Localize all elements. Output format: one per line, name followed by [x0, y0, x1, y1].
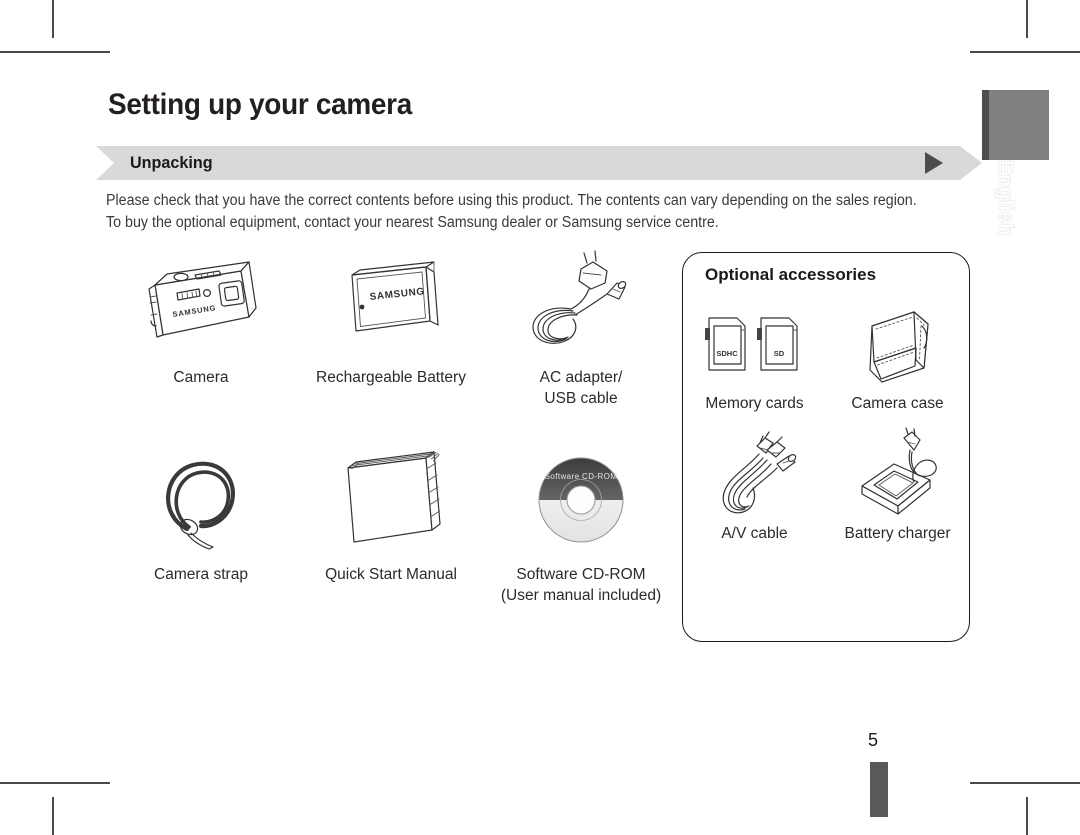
item-rechargeable-battery: SAMSUNG Rechargeable Battery	[296, 240, 486, 409]
item-label-line-2: (User manual included)	[500, 587, 662, 604]
camera-icon: SAMSUNG	[106, 240, 296, 365]
battery-icon: SAMSUNG	[296, 240, 486, 365]
memory-card-label: SDHC	[716, 349, 738, 358]
page-title: Setting up your camera	[108, 88, 412, 121]
optional-item-av-cable: A/V cable	[683, 429, 826, 543]
optional-item-label: Memory cards	[705, 395, 804, 412]
optional-item-battery-charger: Battery charger	[826, 427, 969, 543]
item-label: Software CD-ROM (User manual included)	[486, 564, 676, 606]
item-label-line-2: USB cable	[544, 390, 618, 407]
item-label: Quick Start Manual	[325, 566, 457, 583]
optional-item-memory-cards: SDHC SD Memory cards	[683, 299, 826, 413]
software-cd-rom-icon: Software CD-ROM	[486, 437, 676, 562]
optional-item-label: Battery charger	[844, 525, 951, 542]
optional-accessories-title: Optional accessories	[705, 265, 877, 284]
item-label-line-1: AC adapter/	[539, 369, 623, 386]
camera-case-icon	[826, 299, 969, 391]
memory-card-label: SD	[773, 349, 784, 358]
section-bar	[96, 146, 960, 180]
item-label-line-1: Software CD-ROM	[516, 566, 646, 583]
camera-strap-icon	[106, 437, 296, 562]
ac-adapter-usb-cable-icon	[486, 240, 676, 365]
language-tab	[982, 90, 1049, 160]
item-ac-adapter-usb-cable: AC adapter/ USB cable	[486, 240, 676, 409]
included-items-row: SAMSUNG Camera SAMSUNG Rechargeable Batt…	[106, 240, 676, 409]
memory-cards-icon: SDHC SD	[683, 299, 826, 391]
av-cable-icon	[683, 429, 826, 521]
optional-accessories-row: SDHC SD Memory cards Camera case	[683, 299, 969, 413]
included-items-grid: SAMSUNG Camera SAMSUNG Rechargeable Batt…	[106, 240, 676, 606]
optional-accessories-row: A/V cable Battery charger	[683, 427, 969, 543]
item-label: AC adapter/ USB cable	[486, 367, 676, 409]
intro-line-1: Please check that you have the correct c…	[106, 192, 917, 209]
footer-marker-bar	[870, 762, 888, 817]
battery-charger-icon	[826, 427, 969, 521]
section-bar-tip	[960, 146, 982, 180]
intro-paragraph: Please check that you have the correct c…	[106, 190, 917, 234]
optional-item-label: Camera case	[851, 395, 944, 412]
play-arrow-icon	[925, 152, 943, 174]
page-number: 5	[868, 730, 879, 750]
manual-page: Setting up your camera Unpacking Please …	[0, 0, 1080, 835]
cd-label-text: Software CD-ROM	[545, 472, 618, 481]
language-tab-edge	[982, 90, 989, 160]
included-items-row: Camera strap Quick Start Manual Software…	[106, 437, 676, 606]
optional-item-camera-case: Camera case	[826, 299, 969, 413]
item-label: Rechargeable Battery	[316, 369, 466, 386]
quick-start-manual-icon	[296, 437, 486, 562]
svg-text:SAMSUNG: SAMSUNG	[369, 286, 425, 303]
item-camera: SAMSUNG Camera	[106, 240, 296, 409]
optional-accessories-panel: Optional accessories SDHC SD Memory card…	[682, 252, 970, 642]
optional-item-label: A/V cable	[721, 525, 788, 542]
item-camera-strap: Camera strap	[106, 437, 296, 606]
item-software-cd-rom: Software CD-ROM Software CD-ROM (User ma…	[486, 437, 676, 606]
item-quick-start-manual: Quick Start Manual	[296, 437, 486, 606]
section-title: Unpacking	[130, 153, 213, 172]
language-tab-label: English	[994, 160, 1017, 236]
item-label: Camera	[173, 369, 229, 386]
optional-accessories-grid: SDHC SD Memory cards Camera case A/V cab…	[683, 299, 969, 543]
item-label: Camera strap	[154, 566, 248, 583]
intro-line-2: To buy the optional equipment, contact y…	[106, 214, 719, 231]
